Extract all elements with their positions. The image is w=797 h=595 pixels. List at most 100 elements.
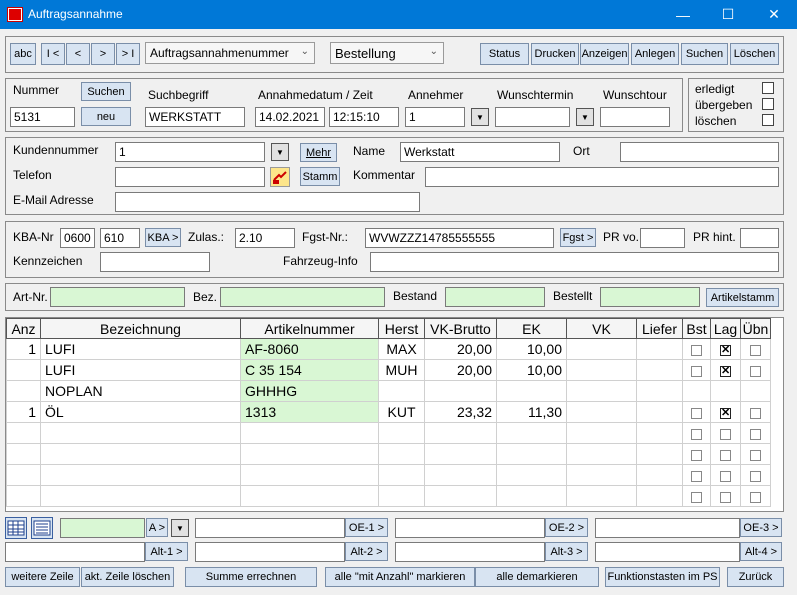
cell-liefer[interactable] xyxy=(636,359,683,381)
cell-ek[interactable]: 11,30 xyxy=(496,401,567,423)
lag-checkbox[interactable] xyxy=(720,343,731,356)
cell-ek[interactable] xyxy=(496,380,567,402)
suchbegriff-input[interactable]: WERKSTATT xyxy=(145,107,245,127)
column-header-anz[interactable]: Anz xyxy=(6,318,41,339)
cell-vk[interactable] xyxy=(566,338,637,360)
alt3-input[interactable] xyxy=(395,542,545,562)
cell-artikelnummer[interactable] xyxy=(240,443,379,465)
cell-anz[interactable]: 1 xyxy=(6,338,41,360)
alt1-button[interactable]: Alt-1 > xyxy=(145,542,188,561)
a-button[interactable]: A > xyxy=(146,518,168,537)
alle-demarkieren-button[interactable]: alle demarkieren xyxy=(475,567,599,587)
list-view-icon[interactable] xyxy=(31,517,53,539)
cell-ek[interactable] xyxy=(496,422,567,444)
artikelstamm-button[interactable]: Artikelstamm xyxy=(706,288,779,307)
table-row[interactable] xyxy=(6,464,771,486)
cell-bezeichnung[interactable]: ÖL xyxy=(40,401,241,423)
annehmer-dropdown-icon[interactable]: ▼ xyxy=(471,108,489,126)
mehr-button[interactable]: Mehr xyxy=(300,143,337,162)
cell-vk-brutto[interactable]: 20,00 xyxy=(424,359,497,381)
cell-bezeichnung[interactable] xyxy=(40,485,241,507)
uebn-checkbox[interactable] xyxy=(750,365,761,377)
uebn-checkbox[interactable] xyxy=(750,344,761,356)
cell-artikelnummer[interactable]: 1313 xyxy=(240,401,379,423)
wunschtour-input[interactable] xyxy=(600,107,670,127)
alternative-artikel-input[interactable] xyxy=(60,518,145,538)
cell-liefer[interactable] xyxy=(636,401,683,423)
cell-liefer[interactable] xyxy=(636,464,683,486)
name-input[interactable]: Werkstatt xyxy=(400,142,560,162)
lag-checkbox[interactable] xyxy=(720,406,731,419)
cell-anz[interactable] xyxy=(6,464,41,486)
cell-anz[interactable] xyxy=(6,359,41,381)
uebergeben-checkbox[interactable] xyxy=(762,98,774,110)
table-row[interactable]: 1 ÖL 1313 KUT 23,32 11,30 xyxy=(6,401,771,423)
nummer-input[interactable]: 5131 xyxy=(10,107,75,127)
search-field-select[interactable]: Auftragsannahmenummer ⌄ xyxy=(145,42,315,64)
kundennummer-dropdown-icon[interactable]: ▼ xyxy=(271,143,289,161)
loeschen-button[interactable]: Löschen xyxy=(730,43,779,65)
cell-ek[interactable]: 10,00 xyxy=(496,359,567,381)
cell-vk-brutto[interactable] xyxy=(424,485,497,507)
alt2-input[interactable] xyxy=(195,542,345,562)
prhint-input[interactable] xyxy=(740,228,779,248)
uebn-checkbox[interactable] xyxy=(750,491,761,503)
cell-vk-brutto[interactable] xyxy=(424,464,497,486)
table-row[interactable] xyxy=(6,422,771,444)
cell-vk[interactable] xyxy=(566,401,637,423)
uebn-checkbox[interactable] xyxy=(750,428,761,440)
summe-errechnen-button[interactable]: Summe errechnen xyxy=(185,567,317,587)
funktionstasten-button[interactable]: Funktionstasten im PS xyxy=(605,567,720,587)
column-header-herst[interactable]: Herst xyxy=(378,318,425,339)
table-row[interactable]: NOPLAN GHHHG xyxy=(6,380,771,402)
suchen-button[interactable]: Suchen xyxy=(681,43,728,65)
cell-bezeichnung[interactable] xyxy=(40,422,241,444)
zurueck-button[interactable]: Zurück xyxy=(727,567,784,587)
cell-herst[interactable]: MAX xyxy=(378,338,425,360)
cell-artikelnummer[interactable] xyxy=(240,485,379,507)
cell-herst[interactable] xyxy=(378,422,425,444)
column-header-artikelnummer[interactable]: Artikelnummer xyxy=(240,318,379,339)
uebn-checkbox[interactable] xyxy=(750,470,761,482)
cell-vk-brutto[interactable]: 20,00 xyxy=(424,338,497,360)
column-header-ek[interactable]: EK xyxy=(496,318,567,339)
phone-dial-icon[interactable] xyxy=(270,167,290,187)
column-header-bezeichnung[interactable]: Bezeichnung xyxy=(40,318,241,339)
column-header-vk-brutto[interactable]: VK-Brutto xyxy=(424,318,497,339)
maximize-button[interactable]: ☐ xyxy=(705,0,751,29)
oe1-input[interactable] xyxy=(195,518,345,538)
bst-checkbox[interactable] xyxy=(691,470,702,482)
bestellt-input[interactable] xyxy=(600,287,700,307)
fgst-button[interactable]: Fgst > xyxy=(560,228,596,247)
lag-checkbox[interactable] xyxy=(720,364,731,377)
cell-liefer[interactable] xyxy=(636,485,683,507)
cell-artikelnummer[interactable]: C 35 154 xyxy=(240,359,379,381)
bst-checkbox[interactable] xyxy=(691,491,702,503)
cell-herst[interactable] xyxy=(378,380,425,402)
alle-markieren-button[interactable]: alle "mit Anzahl" markieren xyxy=(325,567,475,587)
cell-liefer[interactable] xyxy=(636,443,683,465)
drucken-button[interactable]: Drucken xyxy=(531,43,579,65)
kommentar-input[interactable] xyxy=(425,167,779,187)
cell-artikelnummer[interactable]: GHHHG xyxy=(240,380,379,402)
lag-checkbox[interactable] xyxy=(720,428,731,440)
weitere-zeile-button[interactable]: weitere Zeile xyxy=(5,567,80,587)
cell-artikelnummer[interactable]: AF-8060 xyxy=(240,338,379,360)
ort-input[interactable] xyxy=(620,142,779,162)
bst-checkbox[interactable] xyxy=(691,407,702,419)
cell-ek[interactable]: 10,00 xyxy=(496,338,567,360)
cell-artikelnummer[interactable] xyxy=(240,422,379,444)
prev-record-button[interactable]: < xyxy=(66,43,90,65)
table-row[interactable]: 1 LUFI AF-8060 MAX 20,00 10,00 xyxy=(6,338,771,360)
oe2-input[interactable] xyxy=(395,518,545,538)
cell-vk[interactable] xyxy=(566,380,637,402)
cell-vk-brutto[interactable] xyxy=(424,380,497,402)
cell-bezeichnung[interactable]: LUFI xyxy=(40,359,241,381)
oe2-button[interactable]: OE-2 > xyxy=(545,518,588,537)
column-header-uebn[interactable]: Übn xyxy=(740,318,771,339)
cell-bezeichnung[interactable]: NOPLAN xyxy=(40,380,241,402)
oe1-button[interactable]: OE-1 > xyxy=(345,518,388,537)
cell-vk[interactable] xyxy=(566,485,637,507)
cell-vk-brutto[interactable] xyxy=(424,443,497,465)
cell-ek[interactable] xyxy=(496,443,567,465)
